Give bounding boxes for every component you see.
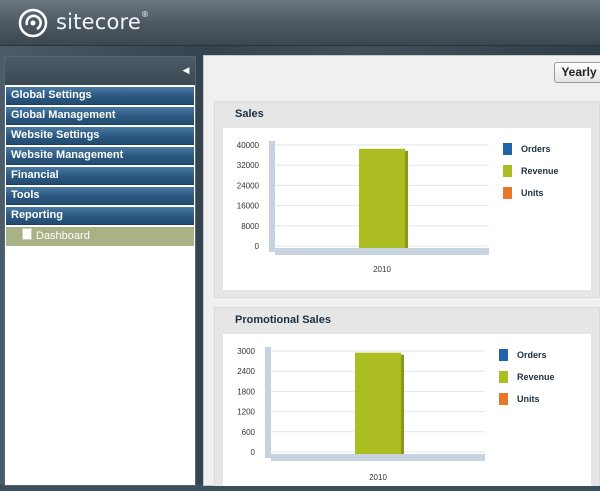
sidebar-nav: Global Settings Global Management Websit… bbox=[5, 87, 195, 246]
bar-shadow bbox=[401, 354, 404, 454]
legend-swatch-revenue bbox=[503, 165, 512, 177]
sidebar-item-dashboard[interactable]: Dashboard bbox=[6, 227, 194, 246]
axis-floor bbox=[271, 454, 485, 461]
sidebar-item-website-management[interactable]: Website Management bbox=[6, 147, 194, 165]
sidebar-item-website-settings[interactable]: Website Settings bbox=[6, 127, 194, 145]
legend-label: Orders bbox=[517, 350, 547, 360]
axis-wall bbox=[269, 141, 275, 252]
y-tick-label: 40000 bbox=[237, 141, 260, 150]
main-content: Yearly Sales 40000 32000 24000 16000 8000 0 20… bbox=[203, 55, 600, 486]
promotional-sales-chart: 3000 2400 1800 1200 600 0 2010 Orders Revenue Uni… bbox=[237, 347, 555, 482]
sales-panel: Sales 40000 32000 24000 16000 8000 0 2010 Order… bbox=[214, 101, 600, 298]
sidebar-item-label: Dashboard bbox=[36, 230, 90, 242]
panel-title: Sales bbox=[235, 108, 264, 120]
sidebar-item-tools[interactable]: Tools bbox=[6, 187, 194, 205]
promotional-sales-panel: Promotional Sales 3000 2400 1800 1200 600 0 20… bbox=[214, 307, 600, 486]
sidebar-item-financial[interactable]: Financial bbox=[6, 167, 194, 185]
bar-revenue bbox=[355, 352, 401, 454]
legend-label: Revenue bbox=[521, 166, 559, 176]
y-tick-label: 8000 bbox=[241, 222, 259, 231]
legend-swatch-units bbox=[503, 187, 512, 199]
y-tick-label: 32000 bbox=[237, 161, 260, 170]
collapse-arrow-icon[interactable]: ◀ bbox=[181, 65, 191, 75]
legend-label: Revenue bbox=[517, 372, 555, 382]
legend-label: Units bbox=[517, 394, 540, 404]
sidebar-item-global-management[interactable]: Global Management bbox=[6, 107, 194, 125]
y-tick-label: 2400 bbox=[237, 367, 255, 376]
legend-swatch-orders bbox=[499, 349, 508, 361]
sidebar-item-global-settings[interactable]: Global Settings bbox=[6, 87, 194, 105]
y-tick-label: 1200 bbox=[237, 408, 255, 417]
y-tick-label: 0 bbox=[251, 448, 256, 457]
axis-floor bbox=[275, 248, 489, 255]
legend-label: Units bbox=[521, 188, 544, 198]
sitecore-logo-icon bbox=[18, 8, 48, 38]
legend-swatch-revenue bbox=[499, 371, 508, 383]
axis-wall bbox=[265, 347, 271, 458]
x-tick-label: 2010 bbox=[373, 265, 391, 274]
top-bar: sitecore® bbox=[0, 0, 600, 46]
y-tick-label: 16000 bbox=[237, 202, 260, 211]
y-tick-label: 3000 bbox=[237, 347, 255, 356]
y-tick-label: 24000 bbox=[237, 181, 260, 190]
legend-swatch-units bbox=[499, 393, 508, 405]
yearly-button[interactable]: Yearly bbox=[554, 62, 600, 83]
x-tick-label: 2010 bbox=[369, 473, 387, 482]
brand-name: sitecore® bbox=[56, 10, 150, 34]
document-icon bbox=[22, 228, 32, 240]
sidebar-header: ◀ bbox=[5, 57, 195, 85]
bar-shadow bbox=[405, 150, 408, 248]
y-tick-label: 1800 bbox=[237, 387, 255, 396]
y-tick-label: 0 bbox=[255, 242, 260, 251]
y-tick-label: 600 bbox=[242, 428, 256, 437]
sidebar-item-reporting[interactable]: Reporting bbox=[6, 207, 194, 225]
sales-chart: 40000 32000 24000 16000 8000 0 2010 Orders Reven… bbox=[237, 141, 559, 274]
panel-title: Promotional Sales bbox=[235, 314, 331, 326]
chart-area: 3000 2400 1800 1200 600 0 2010 Orders Revenue Uni… bbox=[223, 334, 591, 486]
legend-swatch-orders bbox=[503, 143, 512, 155]
sidebar: ◀ Global Settings Global Management Webs… bbox=[4, 56, 196, 486]
chart-area: 40000 32000 24000 16000 8000 0 2010 Orders Reven… bbox=[223, 128, 591, 290]
legend-label: Orders bbox=[521, 144, 551, 154]
bar-revenue bbox=[359, 148, 405, 248]
